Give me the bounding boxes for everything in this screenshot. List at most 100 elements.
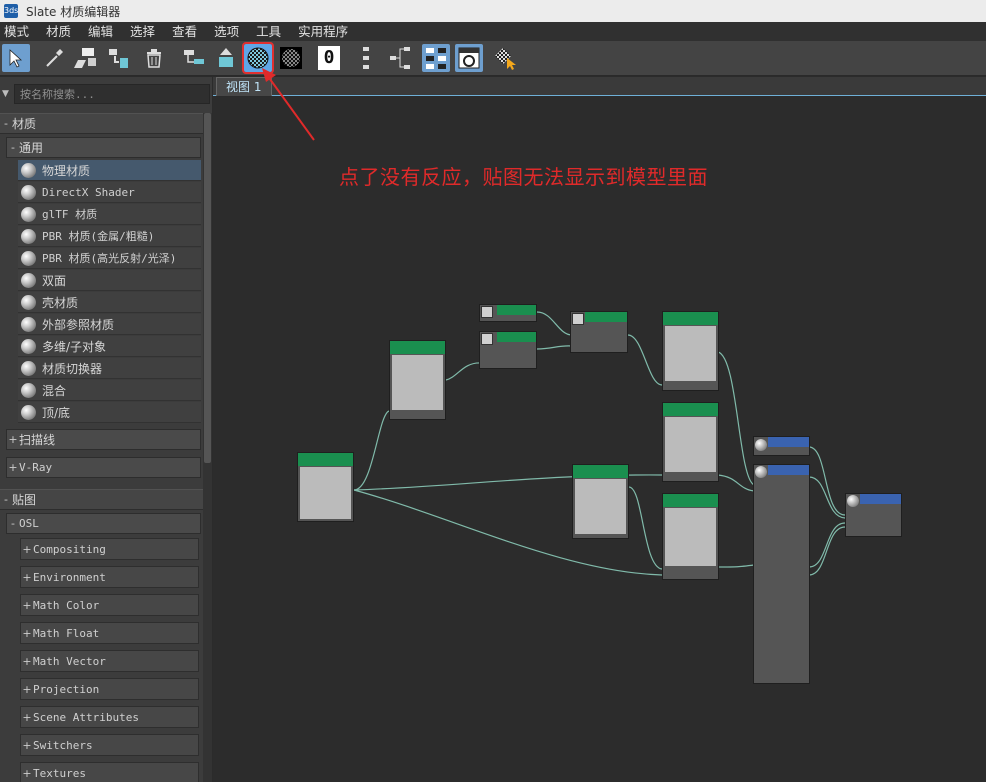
osl-category[interactable]: + Environment [20, 566, 199, 588]
node-header[interactable] [390, 341, 445, 354]
scrollbar-thumb[interactable] [204, 113, 211, 463]
checker-background-button[interactable] [277, 44, 305, 72]
assign-material-button[interactable] [72, 44, 100, 72]
menu-material[interactable]: 材质 [41, 22, 83, 41]
node-header[interactable] [663, 312, 718, 325]
general-group-header[interactable]: - 通用 [6, 137, 201, 158]
expand-icon: + [22, 542, 32, 556]
move-children-icon [184, 50, 204, 64]
menu-mode[interactable]: 模式 [0, 22, 41, 41]
material-item[interactable]: 多维/子对象 [18, 336, 201, 357]
menu-tools[interactable]: 工具 [251, 22, 293, 41]
pick-button[interactable] [212, 44, 240, 72]
material-item[interactable]: 壳材质 [18, 292, 201, 313]
normal-map-node[interactable] [572, 464, 629, 539]
search-input[interactable] [14, 84, 210, 104]
material-item[interactable]: DirectX Shader [18, 182, 201, 203]
hide-unused-button[interactable] [422, 44, 450, 72]
node-preview [300, 467, 351, 519]
material-item[interactable]: 混合 [18, 380, 201, 401]
expand-icon: + [22, 598, 32, 612]
tab-view-1[interactable]: 视图 1 [216, 77, 273, 96]
collapse-icon: - [4, 493, 8, 506]
expand-icon: + [22, 682, 32, 696]
select-tool-button[interactable] [2, 44, 30, 72]
node-header[interactable] [768, 465, 809, 475]
small-map-node[interactable] [479, 331, 537, 369]
browser-scrollbar[interactable] [203, 113, 212, 782]
node-preview [481, 333, 493, 345]
move-children-button[interactable] [180, 44, 208, 72]
node-header[interactable] [768, 437, 809, 447]
material-item[interactable]: 顶/底 [18, 402, 201, 423]
show-map-in-viewport-button[interactable] [242, 42, 274, 74]
osl-category[interactable]: + Math Float [20, 622, 199, 644]
material-sphere-icon [21, 382, 36, 398]
material-item[interactable]: PBR 材质(高光反射/光泽) [18, 248, 201, 269]
small-map-node[interactable] [570, 311, 628, 353]
scanline-group-header[interactable]: + 扫描线 [6, 429, 201, 450]
osl-category[interactable]: + Scene Attributes [20, 706, 199, 728]
material-item[interactable]: PBR 材质(金属/粗糙) [18, 226, 201, 247]
normal-map-node[interactable] [662, 493, 719, 580]
menu-edit[interactable]: 编辑 [83, 22, 125, 41]
node-view-canvas[interactable] [213, 97, 986, 782]
node-header[interactable] [497, 305, 536, 315]
layout-children-button[interactable] [386, 44, 414, 72]
small-map-node[interactable] [479, 304, 537, 322]
eyedropper-button[interactable] [40, 44, 68, 72]
expand-icon: + [8, 433, 18, 446]
maps-group-header[interactable]: - 贴图 [0, 489, 203, 510]
delete-button[interactable] [140, 44, 168, 72]
osl-category[interactable]: + Math Color [20, 594, 199, 616]
layout-all-button[interactable] [354, 44, 382, 72]
node-header[interactable] [497, 332, 536, 342]
osl-category[interactable]: + Compositing [20, 538, 199, 560]
select-tool-icon [9, 49, 23, 68]
material-sphere-icon [21, 360, 36, 376]
search-options-icon[interactable]: ▼ [2, 89, 12, 99]
node-header[interactable] [298, 453, 353, 466]
vray-group-header[interactable]: + V-Ray [6, 457, 201, 478]
osl-group-header[interactable]: - OSL [6, 513, 201, 534]
bitmap-node[interactable] [662, 311, 719, 391]
node-header[interactable] [663, 494, 718, 507]
bitmap-node[interactable] [389, 340, 446, 420]
put-to-scene-button[interactable] [104, 44, 132, 72]
material-item[interactable]: 物理材质 [18, 160, 201, 181]
material-id-button[interactable]: 0 [315, 44, 343, 72]
node-header[interactable] [573, 465, 628, 478]
collapse-icon: - [4, 117, 8, 130]
material-item[interactable]: 材质切换器 [18, 358, 201, 379]
materials-group-header[interactable]: - 材质 [0, 113, 212, 134]
menu-bar: 模式 材质 编辑 选择 查看 选项 工具 实用程序 [0, 22, 986, 41]
select-pick-button[interactable] [492, 44, 520, 72]
wire [808, 522, 846, 568]
osl-category[interactable]: + Textures [20, 762, 199, 782]
select-pick-icon [495, 48, 516, 70]
node-header[interactable] [860, 494, 901, 504]
menu-view[interactable]: 查看 [167, 22, 209, 41]
navigator-button[interactable] [455, 44, 483, 72]
menu-select[interactable]: 选择 [125, 22, 167, 41]
osl-category[interactable]: + Projection [20, 678, 199, 700]
node-preview [755, 466, 767, 478]
menu-options[interactable]: 选项 [209, 22, 251, 41]
osl-category[interactable]: + Switchers [20, 734, 199, 756]
menu-utilities[interactable]: 实用程序 [293, 22, 360, 41]
node-header[interactable] [663, 403, 718, 416]
material-item[interactable]: 双面 [18, 270, 201, 291]
bitmap-node[interactable] [297, 452, 354, 522]
wire [536, 311, 573, 336]
material-node[interactable] [753, 464, 810, 684]
material-node[interactable] [753, 436, 810, 456]
material-item[interactable]: 外部参照材质 [18, 314, 201, 335]
bitmap-node[interactable] [662, 402, 719, 482]
expand-icon: + [8, 461, 18, 474]
node-header[interactable] [585, 312, 627, 322]
material-item[interactable]: glTF 材质 [18, 204, 201, 225]
osl-category[interactable]: + Math Vector [20, 650, 199, 672]
material-map-browser: ▼ - 材质 - 通用 物理材质 DirectX Shader glTF 材质 … [0, 77, 212, 782]
node-preview [575, 479, 626, 534]
output-node[interactable] [845, 493, 902, 537]
